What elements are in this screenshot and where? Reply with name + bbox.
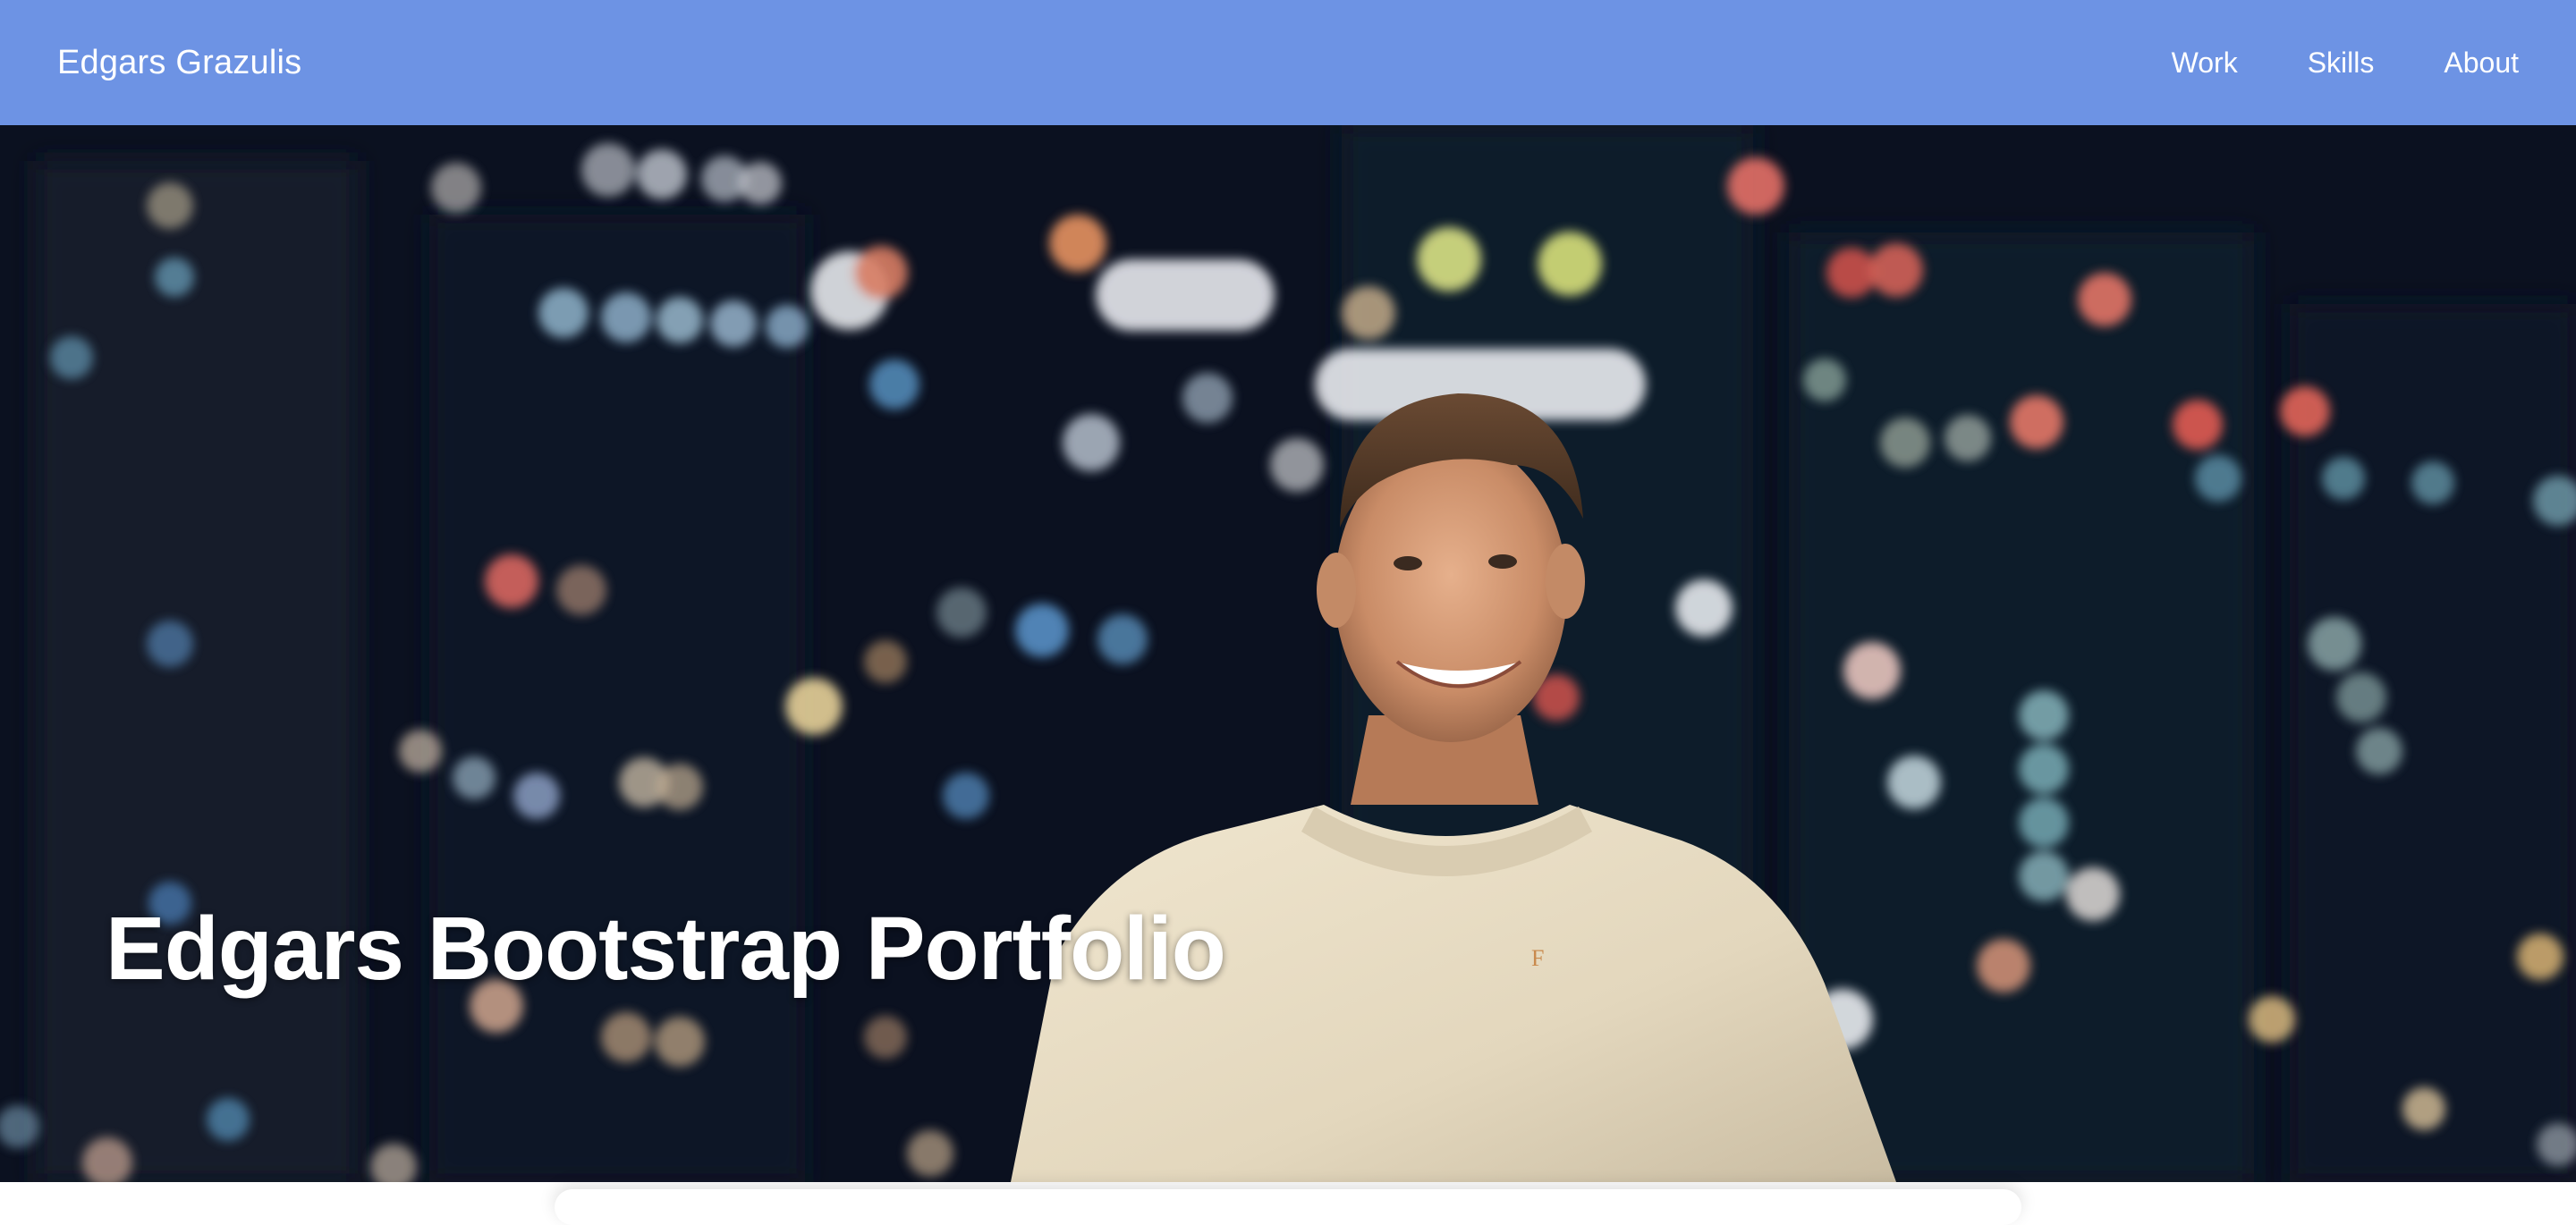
nav-link-work[interactable]: Work	[2172, 46, 2238, 80]
nav-links: Work Skills About	[2102, 46, 2519, 80]
hero-title: Edgars Bootstrap Portfolio	[106, 899, 1226, 999]
brand-link[interactable]: Edgars Grazulis	[57, 44, 301, 82]
nav-link-skills[interactable]: Skills	[2308, 46, 2375, 80]
hero-background-image: F	[0, 125, 2576, 1182]
hero-section: F Edgars Bootstrap Portfolio	[0, 125, 2576, 1182]
svg-text:F: F	[1531, 945, 1544, 971]
content-card-top-edge	[555, 1189, 2021, 1225]
nav-link-about[interactable]: About	[2444, 46, 2519, 80]
top-navbar: Edgars Grazulis Work Skills About	[0, 0, 2576, 125]
